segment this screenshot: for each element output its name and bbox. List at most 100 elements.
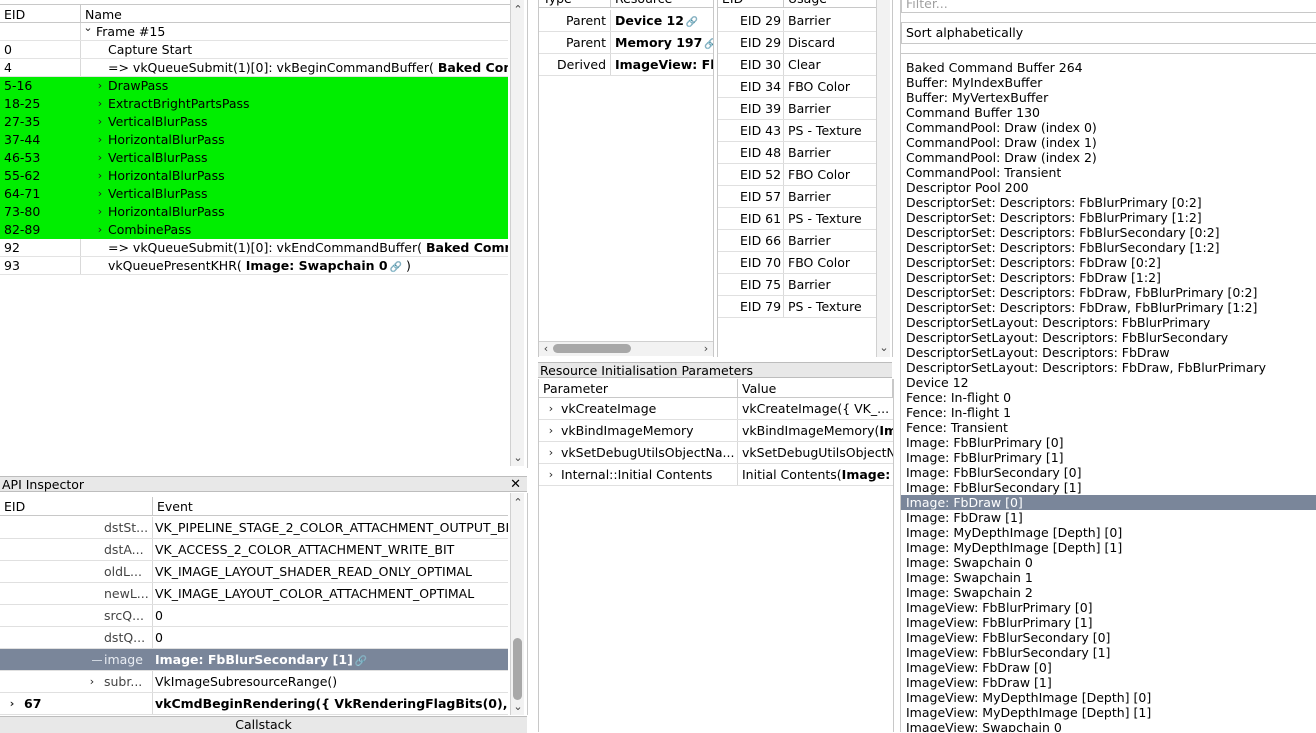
resource-list-item[interactable]: Descriptor Pool 200: [901, 180, 1316, 195]
scroll-up-icon[interactable]: ⌃: [511, 4, 525, 16]
event-row[interactable]: 55-62 › HorizontalBlurPass: [0, 167, 508, 185]
resource-list-item[interactable]: Buffer: MyVertexBuffer: [901, 90, 1316, 105]
usage-row[interactable]: EID 75 Barrier: [718, 274, 876, 296]
chevron-right-icon[interactable]: ›: [94, 185, 106, 202]
event-row[interactable]: 64-71 › VerticalBlurPass: [0, 185, 508, 203]
column-name[interactable]: Name: [81, 5, 510, 24]
api-inspector-scrollbar[interactable]: ⌃ ⌄: [510, 493, 524, 715]
column-event[interactable]: Event: [153, 497, 508, 516]
resource-list-item[interactable]: Image: MyDepthImage [Depth] [1]: [901, 540, 1316, 555]
usage-row[interactable]: EID 34 FBO Color: [718, 76, 876, 98]
usage-row[interactable]: EID 70 FBO Color: [718, 252, 876, 274]
callstack-tab[interactable]: Callstack: [0, 716, 527, 733]
resource-list-item[interactable]: CommandPool: Draw (index 2): [901, 150, 1316, 165]
resource-list-item[interactable]: ImageView: FbBlurPrimary [0]: [901, 600, 1316, 615]
scroll-up-icon[interactable]: ⌃: [511, 497, 525, 509]
api-row[interactable]: dstA... VK_ACCESS_2_COLOR_ATTACHMENT_WRIT…: [0, 539, 508, 561]
column-eid[interactable]: EID: [0, 497, 153, 516]
api-row[interactable]: dstSt... VK_PIPELINE_STAGE_2_COLOR_ATTACH…: [0, 517, 508, 539]
resource-list-item[interactable]: Image: FbDraw [0]: [901, 495, 1316, 510]
chevron-right-icon[interactable]: ›: [94, 95, 106, 112]
scroll-left-icon[interactable]: ‹: [539, 343, 553, 355]
api-row[interactable]: › 67 vkCmdBeginRendering({ VkRenderingFlag…: [0, 693, 508, 715]
resource-list-item[interactable]: DescriptorSetLayout: Descriptors: FbDraw: [901, 345, 1316, 360]
chevron-right-icon[interactable]: ›: [6, 693, 18, 714]
event-row[interactable]: 93 vkQueuePresentKHR( Image: Swapchain 0 🔗…: [0, 257, 508, 275]
resource-list-item[interactable]: DescriptorSet: Descriptors: FbBlurSecond…: [901, 240, 1316, 255]
chevron-right-icon[interactable]: ›: [94, 113, 106, 130]
resource-list-item[interactable]: DescriptorSet: Descriptors: FbDraw [1:2]: [901, 270, 1316, 285]
resource-list-item[interactable]: DescriptorSetLayout: Descriptors: FbBlur…: [901, 315, 1316, 330]
event-row[interactable]: 82-89 › CombinePass: [0, 221, 508, 239]
resource-list-item[interactable]: DescriptorSet: Descriptors: FbDraw, FbBl…: [901, 285, 1316, 300]
resource-list-item[interactable]: CommandPool: Draw (index 1): [901, 135, 1316, 150]
chevron-right-icon[interactable]: ›: [545, 442, 557, 463]
resource-list-item[interactable]: ImageView: MyDepthImage [Depth] [0]: [901, 690, 1316, 705]
usage-scrollbar[interactable]: ⌄: [876, 0, 890, 357]
usage-row[interactable]: EID 29 Discard: [718, 32, 876, 54]
event-row[interactable]: 18-25 › ExtractBrightPartsPass: [0, 95, 508, 113]
usage-row[interactable]: EID 61 PS - Texture: [718, 208, 876, 230]
usage-row[interactable]: EID 57 Barrier: [718, 186, 876, 208]
event-row[interactable]: 92 => vkQueueSubmit(1)[0]: vkEndCommandBu…: [0, 239, 508, 257]
resource-list-item[interactable]: Image: FbBlurPrimary [1]: [901, 450, 1316, 465]
chevron-right-icon[interactable]: ›: [86, 671, 98, 692]
column-parameter[interactable]: Parameter: [539, 379, 738, 398]
resource-list-item[interactable]: Image: FbBlurSecondary [0]: [901, 465, 1316, 480]
link-icon[interactable]: 🔗: [686, 12, 698, 31]
resource-list-item[interactable]: Image: Swapchain 1: [901, 570, 1316, 585]
resource-list-item[interactable]: Image: Swapchain 0: [901, 555, 1316, 570]
sort-checkbox[interactable]: Sort alphabetically: [901, 22, 1316, 44]
chevron-right-icon[interactable]: ›: [545, 464, 557, 485]
resource-list-item[interactable]: DescriptorSetLayout: Descriptors: FbDraw…: [901, 360, 1316, 375]
column-resource[interactable]: Resource: [611, 0, 713, 8]
resource-list-item[interactable]: DescriptorSet: Descriptors: FbDraw [0:2]: [901, 255, 1316, 270]
column-value[interactable]: Value: [738, 379, 893, 398]
scroll-right-icon[interactable]: ›: [699, 343, 713, 355]
init-param-row[interactable]: › Internal::Initial Contents Initial Conte…: [539, 464, 893, 486]
api-row[interactable]: › subr... VkImageSubresourceRange(): [0, 671, 508, 693]
event-row[interactable]: 73-80 › HorizontalBlurPass: [0, 203, 508, 221]
api-row[interactable]: dstQ... 0: [0, 627, 508, 649]
event-row[interactable]: 5-16 › DrawPass: [0, 77, 508, 95]
related-hscrollbar[interactable]: ‹ ›: [539, 341, 713, 356]
usage-row[interactable]: EID 39 Barrier: [718, 98, 876, 120]
scroll-thumb[interactable]: [513, 638, 522, 700]
chevron-down-icon[interactable]: ⌄: [82, 23, 94, 37]
resource-list-item[interactable]: ImageView: FbBlurPrimary [1]: [901, 615, 1316, 630]
resource-list-item[interactable]: Image: Swapchain 2: [901, 585, 1316, 600]
resource-list-item[interactable]: Image: FbBlurPrimary [0]: [901, 435, 1316, 450]
usage-row[interactable]: EID 30 Clear: [718, 54, 876, 76]
close-icon[interactable]: ✕: [510, 477, 521, 493]
link-icon[interactable]: 🔗: [355, 651, 367, 670]
api-row[interactable]: image Image: FbBlurSecondary [1] 🔗: [0, 649, 508, 671]
scroll-thumb[interactable]: [553, 344, 631, 353]
usage-row[interactable]: EID 66 Barrier: [718, 230, 876, 252]
resource-list-item[interactable]: CommandPool: Draw (index 0): [901, 120, 1316, 135]
resource-list-item[interactable]: ImageView: FbDraw [1]: [901, 675, 1316, 690]
resource-list-item[interactable]: Fence: In-flight 0: [901, 390, 1316, 405]
column-eid[interactable]: EID: [718, 0, 784, 8]
scroll-down-icon[interactable]: ⌄: [511, 452, 525, 464]
resource-list-item[interactable]: ImageView: FbDraw [0]: [901, 660, 1316, 675]
resource-list-item[interactable]: Command Buffer 130: [901, 105, 1316, 120]
resource-list-item[interactable]: ImageView: Swapchain 0: [901, 720, 1316, 732]
resource-list-item[interactable]: DescriptorSet: Descriptors: FbBlurPrimar…: [901, 195, 1316, 210]
event-row[interactable]: 37-44 › HorizontalBlurPass: [0, 131, 508, 149]
resource-list-item[interactable]: DescriptorSet: Descriptors: FbBlurPrimar…: [901, 210, 1316, 225]
event-row[interactable]: ⌄ Frame #15: [0, 23, 508, 41]
usage-row[interactable]: EID 48 Barrier: [718, 142, 876, 164]
event-browser-scrollbar[interactable]: ⌃ ⌄: [510, 0, 524, 466]
chevron-right-icon[interactable]: ›: [94, 167, 106, 184]
filter-input[interactable]: Filter...: [901, 0, 1316, 13]
api-row[interactable]: srcQ... 0: [0, 605, 508, 627]
link-icon[interactable]: 🔗: [390, 259, 402, 274]
api-row[interactable]: newL... VK_IMAGE_LAYOUT_COLOR_ATTACHMENT_…: [0, 583, 508, 605]
resource-list-item[interactable]: ImageView: MyDepthImage [Depth] [1]: [901, 705, 1316, 720]
api-row[interactable]: oldL... VK_IMAGE_LAYOUT_SHADER_READ_ONLY_…: [0, 561, 508, 583]
related-row[interactable]: Derived ImageView: Fb: [539, 54, 713, 76]
related-row[interactable]: ParentMemory 197🔗: [539, 32, 713, 54]
usage-row[interactable]: EID 79 PS - Texture: [718, 296, 876, 318]
event-row[interactable]: 0 Capture Start: [0, 41, 508, 59]
init-param-row[interactable]: › vkBindImageMemory vkBindImageMemory(Im: [539, 420, 893, 442]
